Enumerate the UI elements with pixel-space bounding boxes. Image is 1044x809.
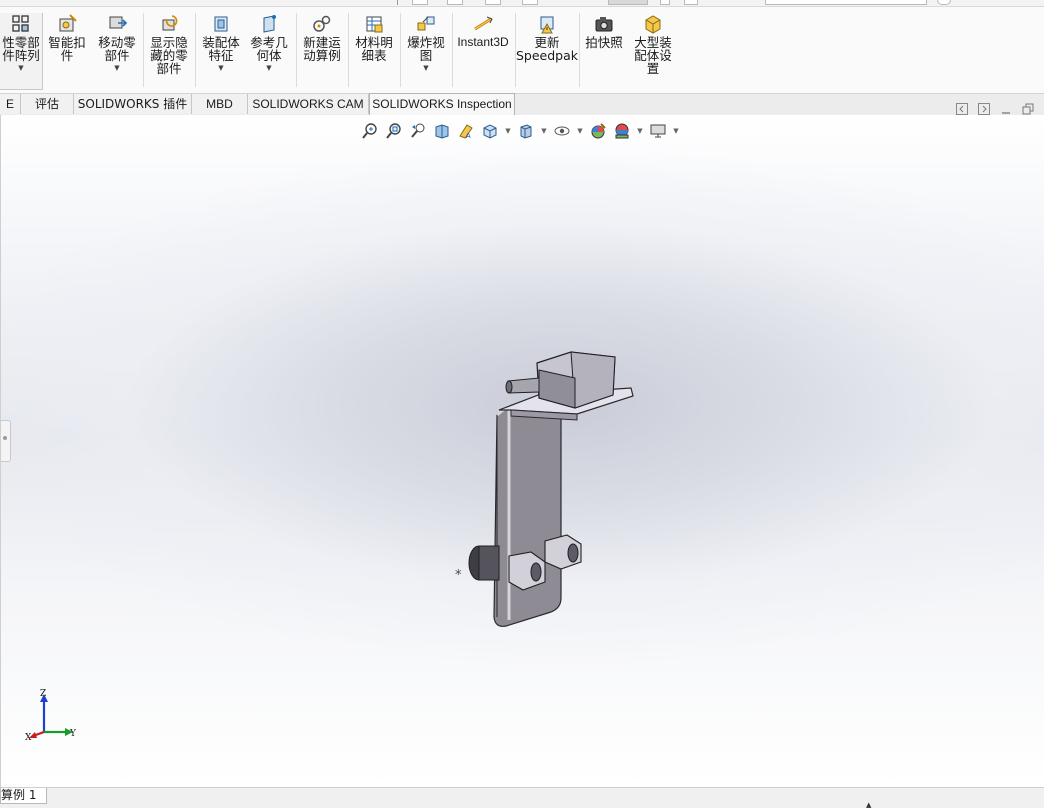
assembly-features-button[interactable]: 装配体 特征 ▼ xyxy=(198,13,244,72)
command-manager-tabs: E 评估 SOLIDWORKS 插件 MBD SOLIDWORKS CAM SO… xyxy=(0,93,1044,115)
tab-evaluate[interactable]: 评估 xyxy=(21,94,74,114)
fastener-icon xyxy=(59,14,77,32)
tab-solidworks-inspection[interactable]: SOLIDWORKS Inspection xyxy=(369,93,515,115)
tab-solidworks-cam[interactable]: SOLIDWORKS CAM xyxy=(248,94,369,114)
triad-x-label: X xyxy=(25,733,32,743)
edit-appearance-icon[interactable] xyxy=(588,121,608,141)
zoom-to-area-icon[interactable] xyxy=(384,121,404,141)
bill-of-materials-label: 材料明 细表 xyxy=(355,35,393,63)
resize-grip-icon: ▲ xyxy=(866,801,872,809)
move-component-label: 移动零 部件 xyxy=(98,35,136,63)
svg-text:*: * xyxy=(455,568,462,583)
section-view-icon[interactable] xyxy=(432,121,452,141)
chevron-down-icon[interactable]: ▼ xyxy=(18,64,23,72)
triad-y-label: Y xyxy=(69,729,77,739)
chevron-down-icon[interactable]: ▼ xyxy=(218,64,223,72)
assembly-feature-icon xyxy=(214,16,228,32)
chevron-down-icon[interactable]: ▼ xyxy=(114,64,119,72)
feature-manager-toggle-handle[interactable] xyxy=(1,420,11,462)
assembly-features-label: 装配体 特征 xyxy=(202,35,240,63)
chevron-down-icon[interactable]: ▼ xyxy=(504,127,512,135)
exploded-view-label: 爆炸视 图 xyxy=(407,35,445,63)
instant3d-button[interactable]: Instant3D xyxy=(455,13,511,49)
motion-study-tab[interactable]: 算例 1 xyxy=(0,788,48,804)
heads-up-view-toolbar: A ▼ ▼ ▼ ▼ ▼ xyxy=(360,121,680,141)
large-assembly-label: 大型装 配体设 置 xyxy=(634,35,672,76)
zoom-to-fit-icon[interactable] xyxy=(360,121,380,141)
reference-geometry-label: 参考几 何体 xyxy=(250,35,288,63)
chevron-down-icon[interactable]: ▼ xyxy=(672,127,680,135)
linear-pattern-label: 性零部 件阵列 xyxy=(2,35,40,63)
motion-study-icon xyxy=(313,15,331,32)
show-hidden-label: 显示隐 藏的零 部件 xyxy=(150,35,188,76)
svg-text:A: A xyxy=(466,133,471,140)
apply-scene-icon[interactable] xyxy=(612,121,632,141)
take-snapshot-label: 拍快照 xyxy=(585,35,623,50)
bom-icon xyxy=(366,16,383,33)
update-speedpak-label: 更新 Speedpak xyxy=(515,35,579,63)
large-assembly-settings-button[interactable]: 大型装 配体设 置 xyxy=(630,13,676,75)
show-hidden-icon xyxy=(162,15,178,31)
chevron-down-icon[interactable]: ▼ xyxy=(576,127,584,135)
chevron-down-icon[interactable]: ▼ xyxy=(636,127,644,135)
smart-fasteners-label: 智能扣 件 xyxy=(48,35,86,63)
coordinate-triad: Z Y X xyxy=(25,689,77,743)
camera-icon xyxy=(595,17,613,32)
chevron-down-icon[interactable]: ▼ xyxy=(540,127,548,135)
previous-view-icon[interactable] xyxy=(408,121,428,141)
assembly-model[interactable]: * xyxy=(441,340,641,640)
instant3d-icon xyxy=(474,16,493,31)
chevron-down-icon[interactable]: ▼ xyxy=(266,64,271,72)
explode-icon xyxy=(417,16,435,31)
large-assembly-icon xyxy=(645,15,661,34)
minimize-icon[interactable] xyxy=(1000,103,1012,115)
chevron-down-icon[interactable]: ▼ xyxy=(423,64,428,72)
dynamic-annotation-icon[interactable]: A xyxy=(456,121,476,141)
move-icon xyxy=(109,16,128,29)
take-snapshot-button[interactable]: 拍快照 xyxy=(582,13,626,49)
smart-fasteners-button[interactable]: 智能扣 件 xyxy=(46,13,88,62)
tab-solidworks-addins[interactable]: SOLIDWORKS 插件 xyxy=(74,94,192,114)
show-hidden-components-button[interactable]: 显示隐 藏的零 部件 xyxy=(146,13,192,75)
quick-access-toolbar xyxy=(0,0,1044,7)
command-manager-ribbon: 性零部 件阵列 ▼ 智能扣 件 移动零 部件 ▼ 显示隐 藏的零 部件 装配体 … xyxy=(0,7,1044,94)
hide-show-icon[interactable] xyxy=(552,121,572,141)
view-settings-icon[interactable] xyxy=(648,121,668,141)
display-style-icon[interactable] xyxy=(516,121,536,141)
graphics-area[interactable]: * Z Y X xyxy=(0,115,1044,787)
tab-e[interactable]: E xyxy=(0,94,21,114)
new-motion-study-button[interactable]: 新建运 动算例 xyxy=(299,13,345,62)
reference-geometry-icon xyxy=(263,15,276,33)
speedpak-icon xyxy=(540,16,554,34)
tab-mbd[interactable]: MBD xyxy=(192,94,248,114)
exploded-view-button[interactable]: 爆炸视 图 ▼ xyxy=(403,13,449,72)
tile-left-icon[interactable] xyxy=(956,103,968,115)
linear-pattern-button[interactable]: 性零部 件阵列 ▼ xyxy=(0,13,43,90)
instant3d-label: Instant3D xyxy=(457,35,509,49)
status-bar: 算例 1 ▲ xyxy=(0,787,1044,809)
viewport-window-controls xyxy=(956,103,1034,115)
bill-of-materials-button[interactable]: 材料明 细表 xyxy=(351,13,397,62)
view-orientation-icon[interactable] xyxy=(480,121,500,141)
new-motion-study-label: 新建运 动算例 xyxy=(303,35,341,63)
tile-right-icon[interactable] xyxy=(978,103,990,115)
reference-geometry-button[interactable]: 参考几 何体 ▼ xyxy=(246,13,292,72)
restore-icon[interactable] xyxy=(1022,103,1034,115)
triad-z-label: Z xyxy=(40,689,46,699)
pattern-icon xyxy=(12,15,29,32)
update-speedpak-button[interactable]: 更新 Speedpak xyxy=(515,13,579,63)
move-component-button[interactable]: 移动零 部件 ▼ xyxy=(94,13,140,72)
